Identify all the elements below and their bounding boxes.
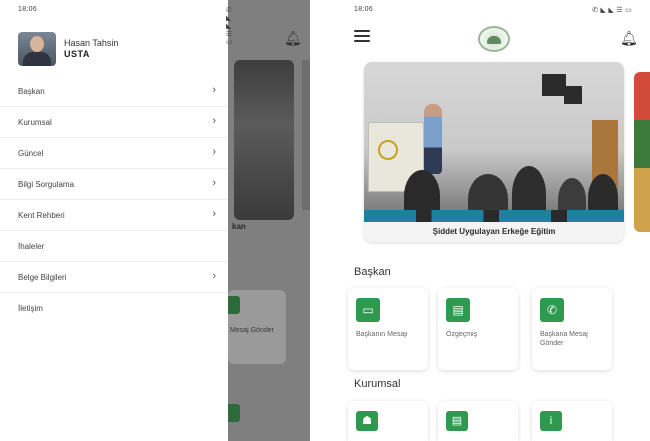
phone-icon: ✆ — [540, 298, 564, 322]
chevron-right-icon: › — [212, 115, 216, 127]
background-caption: kan — [232, 222, 246, 231]
user-last-name: USTA — [64, 49, 90, 59]
municipality-logo — [478, 26, 510, 52]
background-tile-icon — [228, 404, 240, 422]
status-time: 18:06 — [18, 6, 38, 13]
screenshot-frame: 🔔︎ kan Mesaj Gönder 18:06 ✆ ◣ ◣ ☰ ▭ Hasa… — [0, 0, 650, 441]
tile-kurumsal-2[interactable]: ▤ — [438, 401, 518, 441]
chevron-right-icon: › — [212, 270, 216, 282]
chat-bubble-icon: ▭ — [356, 298, 380, 322]
info-icon: i — [540, 411, 562, 431]
menu-item-label: İletişim — [18, 304, 43, 313]
tile-baskana-mesaj-gonder[interactable]: ✆ Başkana Mesaj Gönder — [532, 288, 612, 370]
menu-item-ihaleler[interactable]: İhaleler — [0, 231, 228, 262]
menu-item-label: Güncel — [18, 148, 44, 158]
chevron-right-icon: › — [212, 177, 216, 189]
tile-label: Başkana Mesaj Gönder — [540, 331, 588, 347]
tile-baskanin-mesaji[interactable]: ▭ Başkanın Mesajı — [348, 288, 428, 370]
bell-icon: 🔔︎ — [284, 30, 302, 46]
menu-item-label: Başkan — [18, 86, 45, 96]
hamburger-menu-icon[interactable] — [354, 30, 370, 42]
right-phone-screen: 18:06 ✆ ◣ ◣ ☰ ▭ 🔔︎ Şiddet Uygulayan Erke… — [340, 0, 650, 441]
menu-item-guncel[interactable]: Güncel › — [0, 138, 228, 169]
background-slider-next — [302, 60, 310, 210]
slider-photo — [364, 62, 624, 222]
status-time: 18:06 — [354, 6, 374, 13]
drawer-menu: Başkan › Kurumsal › Güncel › Bilgi Sorgu… — [0, 76, 228, 324]
menu-item-label: İhaleler — [18, 241, 45, 251]
person-icon: ☗ — [356, 411, 378, 431]
menu-item-baskan[interactable]: Başkan › — [0, 76, 228, 107]
app-bar: 🔔︎ — [340, 22, 650, 58]
menu-item-kurumsal[interactable]: Kurumsal › — [0, 107, 228, 138]
avatar — [18, 32, 56, 66]
menu-item-iletisim[interactable]: İletişim — [0, 293, 228, 324]
menu-item-label: Bilgi Sorgulama — [18, 179, 75, 189]
background-tile-icon — [228, 296, 240, 314]
news-slider-card[interactable]: Şiddet Uygulayan Erkeğe Eğitim — [364, 62, 624, 242]
section-title-baskan: Başkan — [354, 266, 391, 278]
menu-item-bilgi-sorgulama[interactable]: Bilgi Sorgulama › — [0, 169, 228, 200]
menu-item-label: Kent Rehberi — [18, 210, 65, 220]
tile-label: Özgeçmiş — [446, 331, 478, 338]
tile-label: Başkanın Mesajı — [356, 331, 408, 338]
chevron-right-icon: › — [212, 208, 216, 220]
bell-icon[interactable]: 🔔︎ — [620, 30, 638, 47]
navigation-drawer: 18:06 ✆ ◣ ◣ ☰ ▭ Hasan Tahsin USTA Başkan… — [0, 0, 233, 441]
tile-kurumsal-3[interactable]: i — [532, 401, 612, 441]
menu-item-belge-bilgileri[interactable]: Belge Bilgileri › — [0, 262, 228, 293]
background-tile-text: Mesaj Gönder — [230, 327, 274, 334]
tile-kurumsal-1[interactable]: ☗ — [348, 401, 428, 441]
menu-item-label: Kurumsal — [18, 117, 52, 127]
slider-next-card[interactable] — [634, 72, 650, 232]
tile-ozgecmis[interactable]: ▤ Özgeçmiş — [438, 288, 518, 370]
section-title-kurumsal: Kurumsal — [354, 378, 401, 390]
user-profile[interactable]: Hasan Tahsin USTA — [18, 32, 118, 66]
status-icons: ✆ ◣ ◣ ☰ ▭ — [226, 7, 233, 46]
menu-item-label: Belge Bilgileri — [18, 272, 67, 282]
status-icons: ✆ ◣ ◣ ☰ ▭ — [592, 7, 633, 14]
chevron-right-icon: › — [212, 146, 216, 158]
slider-caption: Şiddet Uygulayan Erkeğe Eğitim — [432, 227, 556, 236]
drawer-scrim[interactable]: 🔔︎ kan Mesaj Gönder — [228, 0, 310, 441]
user-first-name: Hasan Tahsin — [64, 38, 119, 48]
document-icon: ▤ — [446, 298, 470, 322]
user-name: Hasan Tahsin USTA — [64, 38, 118, 60]
menu-item-kent-rehberi[interactable]: Kent Rehberi › — [0, 200, 228, 231]
chevron-right-icon: › — [212, 84, 216, 96]
background-slider-image — [234, 60, 294, 220]
document-icon: ▤ — [446, 411, 468, 431]
left-phone-screen: 🔔︎ kan Mesaj Gönder 18:06 ✆ ◣ ◣ ☰ ▭ Hasa… — [0, 0, 310, 441]
